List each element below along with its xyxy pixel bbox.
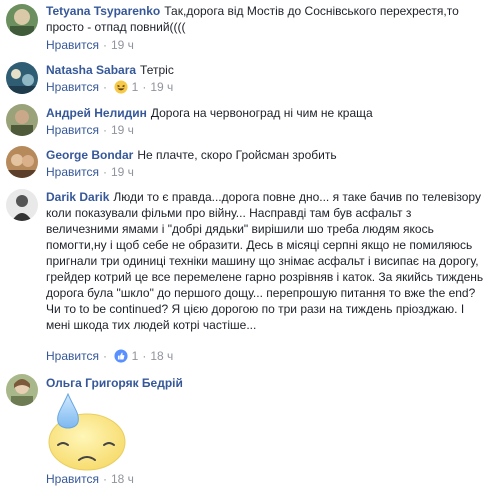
avatar-photo-icon bbox=[6, 189, 38, 221]
reaction-count[interactable]: 1 bbox=[132, 349, 139, 363]
avatar-photo-icon bbox=[6, 62, 38, 94]
separator-dot: · bbox=[102, 123, 107, 137]
comment-author[interactable]: George Bondar bbox=[46, 148, 133, 162]
avatar[interactable] bbox=[6, 4, 38, 36]
comment-text: Тетріс bbox=[140, 63, 174, 77]
comment-author[interactable]: Natasha Sabara bbox=[46, 63, 136, 77]
timestamp[interactable]: 19 ч bbox=[150, 80, 173, 94]
avatar[interactable] bbox=[6, 146, 38, 178]
avatar-photo-icon bbox=[6, 4, 38, 36]
separator-dot: · bbox=[102, 165, 107, 179]
comment-text: Люди то є правда...дорога повне дно... я… bbox=[46, 190, 484, 332]
like-button[interactable]: Нравится bbox=[46, 38, 99, 52]
avatar[interactable] bbox=[6, 104, 38, 136]
laughing-reaction-icon[interactable] bbox=[114, 80, 128, 94]
avatar[interactable] bbox=[6, 189, 38, 221]
like-button[interactable]: Нравится bbox=[46, 349, 99, 363]
comment-author[interactable]: Андрей Нелидин bbox=[46, 106, 147, 120]
comment-author[interactable]: Tetyana Tsyparenko bbox=[46, 4, 160, 18]
avatar-photo-icon bbox=[6, 146, 38, 178]
like-button[interactable]: Нравится bbox=[46, 123, 99, 137]
sad-sweat-face-sticker-icon bbox=[48, 392, 126, 471]
like-button[interactable]: Нравится bbox=[46, 472, 99, 486]
timestamp[interactable]: 18 ч bbox=[111, 472, 134, 486]
like-button[interactable]: Нравится bbox=[46, 165, 99, 179]
timestamp[interactable]: 19 ч bbox=[111, 38, 134, 52]
separator-dot: · bbox=[142, 80, 147, 94]
like-reaction-icon[interactable] bbox=[114, 349, 128, 363]
comment-text: Дорога на червоноград ні чим не краща bbox=[150, 106, 373, 120]
timestamp[interactable]: 18 ч bbox=[150, 349, 173, 363]
avatar-photo-icon bbox=[6, 104, 38, 136]
comment-author[interactable]: Darik Darik bbox=[46, 190, 109, 204]
avatar[interactable] bbox=[6, 62, 38, 94]
separator-dot: · bbox=[102, 472, 107, 486]
comment-text: Не плачте, скоро Гройсман зробить bbox=[137, 148, 337, 162]
separator-dot: · bbox=[102, 38, 107, 52]
separator-dot: · bbox=[102, 349, 107, 363]
timestamp[interactable]: 19 ч bbox=[111, 123, 134, 137]
reaction-count[interactable]: 1 bbox=[132, 80, 139, 94]
comment-author[interactable]: Ольга Григоряк Бедрій bbox=[46, 376, 183, 390]
separator-dot: · bbox=[102, 80, 107, 94]
avatar-photo-icon bbox=[6, 374, 38, 406]
avatar[interactable] bbox=[6, 374, 38, 406]
separator-dot: · bbox=[142, 349, 147, 363]
timestamp[interactable]: 19 ч bbox=[111, 165, 134, 179]
like-button[interactable]: Нравится bbox=[46, 80, 99, 94]
